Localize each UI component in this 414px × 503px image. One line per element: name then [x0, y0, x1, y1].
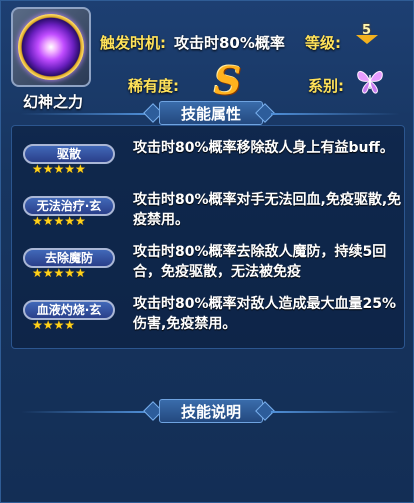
star-rating: ★★★★★ — [32, 214, 86, 228]
effect-description: 攻击时80%概率移除敌人身上有益buff。 — [133, 140, 394, 156]
attributes-title: 技能属性 — [159, 101, 263, 125]
effect-row: 去除魔防 ★★★★★ 攻击时80%概率去除敌人魔防，持续5回合，免疫驱散，无法被… — [12, 240, 404, 292]
description-title: 技能说明 — [159, 399, 263, 423]
effect-description: 攻击时80%概率对手无法回血,免疫驱散,免疫禁用。 — [133, 192, 402, 228]
effect-row: 血液灼烧·玄 ★★★★ 攻击时80%概率对敌人造成最大血量25%伤害,免疫禁用。 — [12, 292, 404, 344]
effect-row: 无法治疗·玄 ★★★★★ 攻击时80%概率对手无法回血,免疫驱散,免疫禁用。 — [12, 188, 404, 240]
star-rating: ★★★★★ — [32, 266, 86, 280]
butterfly-icon — [357, 71, 383, 94]
star-rating: ★★★★ — [32, 318, 76, 332]
effect-tag: 无法治疗·玄 — [23, 196, 115, 216]
description-section-header: 技能说明 — [1, 399, 414, 425]
trigger-value: 攻击时80%概率 — [174, 34, 285, 52]
effect-description: 攻击时80%概率去除敌人魔防，持续5回合，免疫驱散，无法被免疫 — [133, 244, 387, 280]
trigger-label: 触发时机: — [100, 34, 166, 52]
rarity-grade: S — [214, 58, 242, 103]
effect-tag: 血液灼烧·玄 — [23, 300, 115, 320]
divider-line — [271, 411, 399, 413]
skill-detail-panel: 幻神之力 触发时机: 攻击时80%概率 等级: 5 稀有度: S 系别: 技能属… — [0, 0, 414, 503]
effect-description: 攻击时80%概率对敌人造成最大血量25%伤害,免疫禁用。 — [133, 296, 397, 332]
effect-tag: 驱散 — [23, 144, 115, 164]
level-badge: 5 — [356, 23, 380, 49]
violet-orb-icon — [18, 14, 84, 80]
level-label: 等级: — [305, 34, 341, 52]
attributes-section-header: 技能属性 — [1, 101, 414, 127]
effect-tag: 去除魔防 — [23, 248, 115, 268]
divider-line — [271, 113, 399, 115]
divider-line — [21, 411, 149, 413]
star-rating: ★★★★★ — [32, 162, 86, 176]
rank-chevron-icon — [356, 35, 378, 44]
effect-list: 驱散 ★★★★★ 攻击时80%概率移除敌人身上有益buff。 无法治疗·玄 ★★… — [11, 125, 405, 349]
divider-line — [21, 113, 149, 115]
effect-row: 驱散 ★★★★★ 攻击时80%概率移除敌人身上有益buff。 — [12, 136, 404, 188]
rarity-label: 稀有度: — [128, 77, 179, 95]
element-label: 系别: — [308, 77, 344, 95]
skill-icon-frame — [11, 7, 91, 87]
